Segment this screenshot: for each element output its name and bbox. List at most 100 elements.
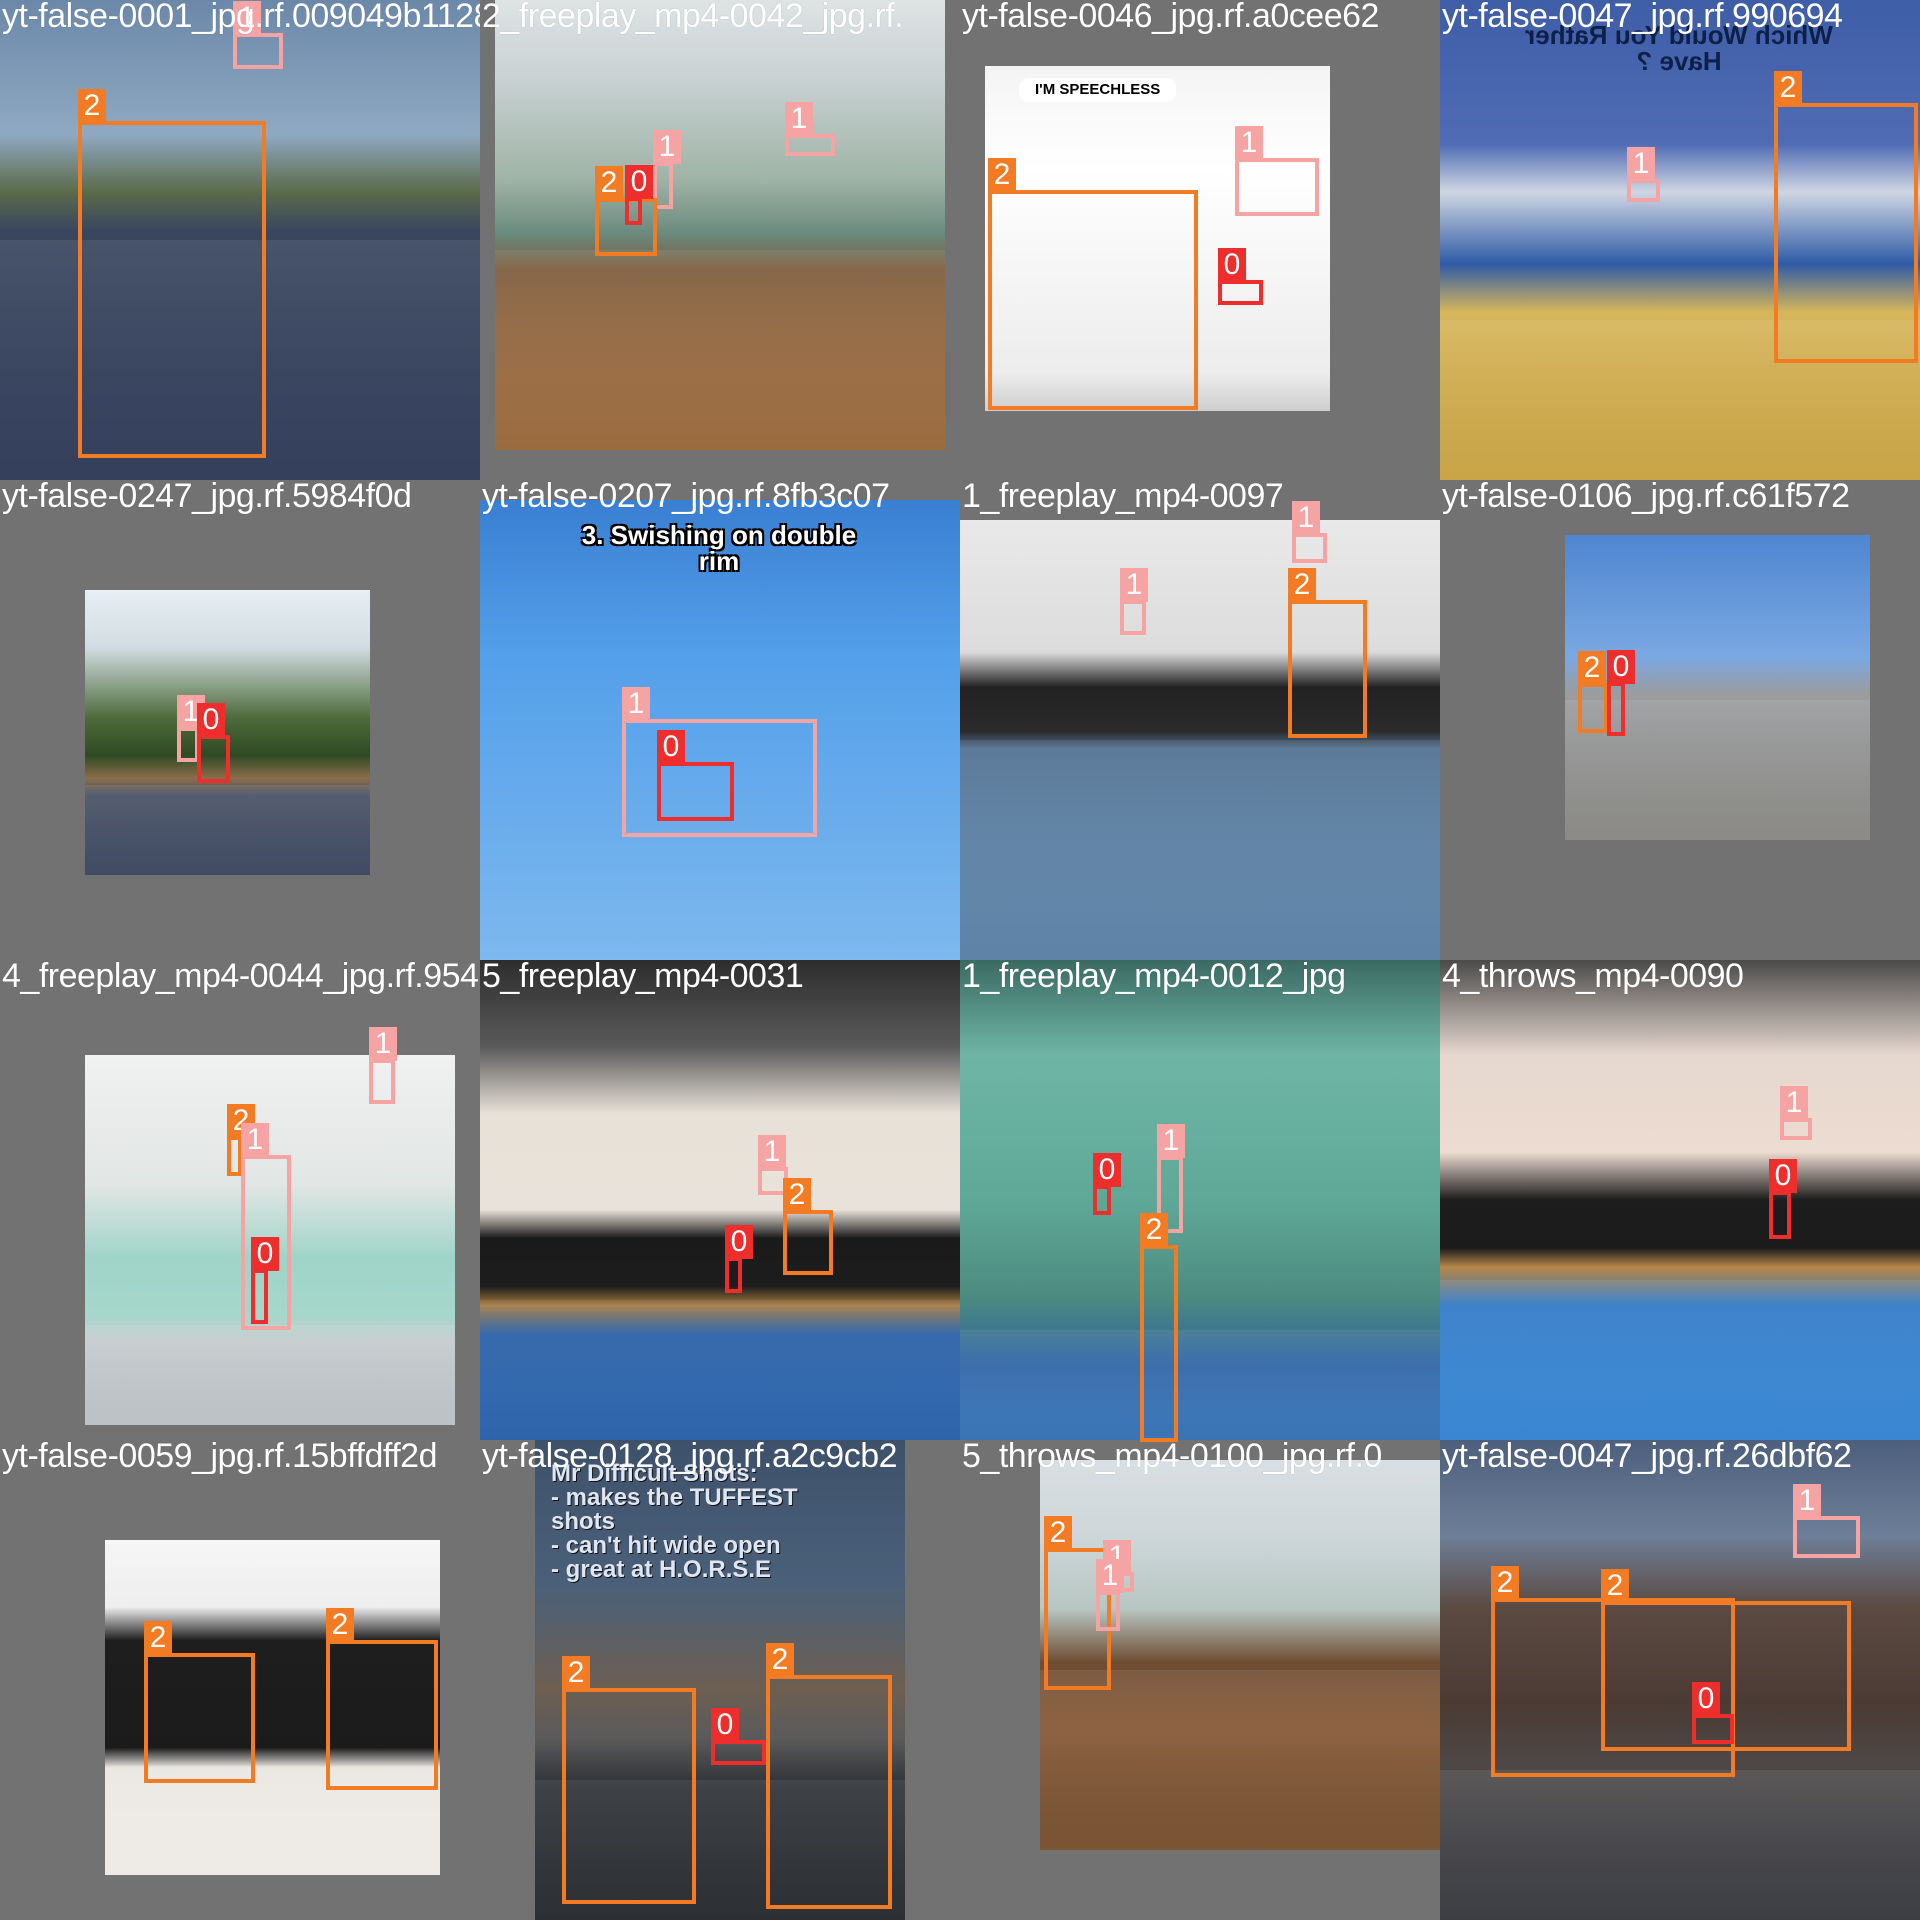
tile-photo: [495, 0, 945, 450]
court-floor: [480, 1300, 960, 1440]
image-filename-caption: yt-false-0047_jpg.rf.990694: [1442, 0, 1843, 35]
court-floor: [960, 740, 1440, 960]
court-floor: [960, 1330, 1440, 1440]
detection-box-class-0: 0: [657, 730, 734, 821]
image-filename-caption: 4_freeplay_mp4-0044_jpg.rf.95465cd5f06: [2, 960, 480, 995]
tile-photo: [960, 520, 1440, 960]
image-tile: 2_freeplay_mp4-0042_jpg.rf.: [480, 0, 960, 480]
detection-box-class-2: 2: [326, 1608, 438, 1790]
detection-class-label: 1: [622, 687, 650, 721]
detection-class-label: 0: [625, 165, 653, 199]
detection-box-class-0: 0: [725, 1225, 753, 1293]
detection-class-label: 1: [785, 102, 813, 136]
detection-box-class-2: 2: [1578, 651, 1608, 733]
detection-box-class-0: 0: [625, 165, 653, 225]
detection-class-label: 2: [1044, 1516, 1072, 1550]
detection-box-class-0: 0: [1218, 248, 1263, 305]
detection-box-class-1: 1: [1627, 147, 1660, 202]
detection-class-label: 1: [1096, 1559, 1124, 1593]
detection-class-label: 0: [657, 730, 685, 764]
detection-box-class-2: 2: [562, 1656, 696, 1904]
detection-class-label: 0: [197, 703, 225, 737]
detection-class-label: 2: [1491, 1566, 1519, 1600]
detection-box-class-1: 1: [1120, 568, 1148, 635]
image-filename-caption: yt-false-0047_jpg.rf.26dbf62: [1442, 1440, 1852, 1475]
detection-class-label: 2: [1288, 568, 1316, 602]
detection-box-class-1: 1: [177, 695, 205, 762]
detection-class-label: 1: [1793, 1484, 1821, 1518]
image-tile: yt-false-0247_jpg.rf.5984f0d: [0, 480, 480, 960]
detection-box-class-0: 0: [1769, 1159, 1797, 1239]
detection-box-class-1: 1: [785, 102, 835, 156]
detection-box-class-2: 2: [78, 89, 266, 458]
detection-class-label: 2: [988, 158, 1016, 192]
detection-box-class-2: 2: [988, 158, 1198, 410]
court-floor: [1440, 1770, 1920, 1920]
tile-photo: [960, 960, 1440, 1440]
image-tile: yt-false-0106_jpg.rf.c61f572: [1440, 480, 1920, 960]
detection-class-label: 2: [562, 1656, 590, 1690]
detection-box-class-1: 1: [1292, 501, 1327, 563]
detection-class-label: 1: [1157, 1124, 1185, 1158]
detection-class-label: 2: [595, 166, 623, 200]
detection-class-label: 0: [725, 1225, 753, 1259]
detection-box-class-2: 2: [227, 1104, 255, 1176]
image-tile: 1_freeplay_mp4-0097: [960, 480, 1440, 960]
image-filename-caption: 5_throws_mp4-0100_jpg.rf.0: [962, 1440, 1382, 1475]
detection-class-label: 2: [78, 89, 106, 123]
video-overlay-text: Mr Difficult Shots: - makes the TUFFEST …: [551, 1460, 798, 1583]
detection-class-label: 1: [241, 1123, 269, 1157]
mosaic-grid: yt-false-0001_jpg.rf.009049b11283b38d772…: [0, 0, 1920, 1920]
detection-box-class-0: 0: [251, 1237, 279, 1324]
court-floor: [85, 1325, 455, 1425]
image-filename-caption: yt-false-0207_jpg.rf.8fb3c07: [482, 480, 890, 515]
court-floor: [495, 250, 945, 450]
detection-class-label: 0: [1093, 1153, 1121, 1187]
detection-box-class-1: 1: [1780, 1086, 1812, 1140]
detection-class-label: 0: [711, 1708, 739, 1742]
detection-class-label: 1: [1292, 501, 1320, 535]
detection-box-class-1: 1: [1793, 1484, 1860, 1558]
detection-class-label: 2: [766, 1643, 794, 1677]
image-filename-caption: yt-false-0106_jpg.rf.c61f572: [1442, 480, 1850, 515]
image-filename-caption: yt-false-0046_jpg.rf.a0cee62: [962, 0, 1379, 35]
image-filename-caption: 1_freeplay_mp4-0097: [962, 480, 1284, 515]
detection-box-class-2: 2: [144, 1621, 255, 1783]
detection-box-class-2: 2: [1774, 71, 1918, 363]
court-floor: [1440, 1280, 1920, 1440]
detection-box-class-1: 1: [233, 1, 283, 69]
detection-class-label: 2: [783, 1178, 811, 1212]
video-overlay-text: 3. Swishing on double rim: [581, 520, 857, 576]
image-filename-caption: yt-false-0001_jpg.rf.009049b11283b38d77: [2, 0, 480, 35]
image-filename-caption: yt-false-0128_jpg.rf.a2c9cb2: [482, 1440, 898, 1475]
detection-class-label: 2: [144, 1621, 172, 1655]
detection-class-label: 0: [251, 1237, 279, 1271]
detection-box-class-0: 0: [1692, 1682, 1734, 1744]
detection-class-label: 1: [369, 1027, 397, 1061]
image-filename-caption: yt-false-0247_jpg.rf.5984f0d: [2, 480, 412, 515]
detection-box-class-1: 1: [1096, 1559, 1124, 1631]
detection-class-label: 1: [1627, 147, 1655, 181]
detection-box-class-0: 0: [1607, 650, 1635, 736]
detection-class-label: 0: [1607, 650, 1635, 684]
image-filename-caption: yt-false-0059_jpg.rf.15bffdff2d: [2, 1440, 438, 1475]
image-filename-caption: 5_freeplay_mp4-0031: [482, 960, 804, 995]
detection-class-label: 1: [1120, 568, 1148, 602]
detection-class-label: 1: [1235, 126, 1263, 160]
detection-box-class-0: 0: [1093, 1153, 1121, 1215]
detection-box-class-2: 2: [766, 1643, 892, 1909]
tile-photo: [85, 590, 370, 875]
court-floor: [1040, 1670, 1440, 1850]
image-tile: 4_throws_mp4-0090: [1440, 960, 1920, 1440]
detection-box-class-0: 0: [711, 1708, 766, 1765]
image-filename-caption: 4_throws_mp4-0090: [1442, 960, 1744, 995]
image-tile: 5_freeplay_mp4-0031: [480, 960, 960, 1440]
detection-class-label: 1: [653, 130, 681, 164]
image-filename-caption: 2_freeplay_mp4-0042_jpg.rf.: [482, 0, 904, 35]
detection-box-class-1: 1: [369, 1027, 397, 1104]
detection-class-label: 2: [1578, 651, 1606, 685]
detection-box-class-2: 2: [1288, 568, 1367, 738]
detection-box-class-0: 0: [197, 703, 230, 783]
court-floor: [85, 785, 370, 875]
tile-photo: [1440, 960, 1920, 1440]
